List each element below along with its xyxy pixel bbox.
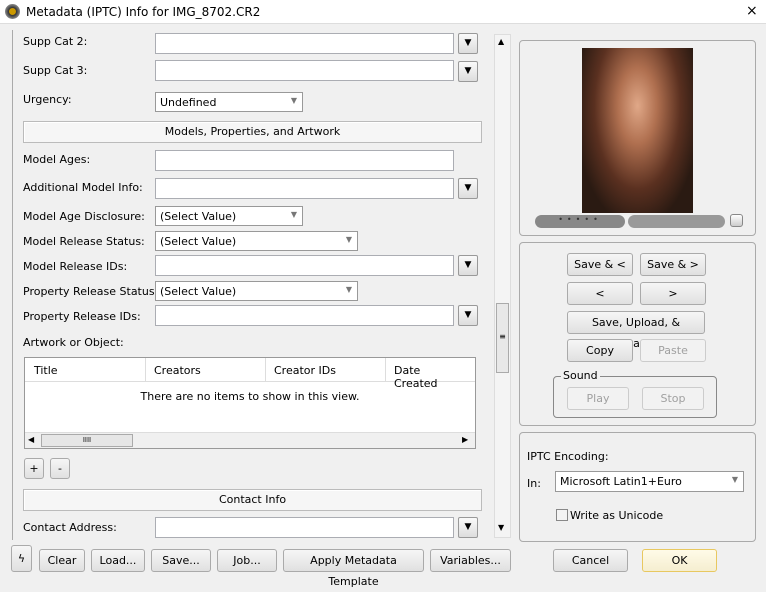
supp-cat-3-label: Supp Cat 3: — [23, 64, 88, 77]
chevron-down-icon: ▼ — [290, 210, 297, 219]
section-models-header: Models, Properties, and Artwork — [23, 121, 482, 143]
title-bar: Metadata (IPTC) Info for IMG_8702.CR2 × — [0, 0, 766, 24]
property-release-status-label: Property Release Status: — [23, 285, 159, 298]
lightning-button[interactable]: ϟ — [11, 545, 32, 572]
model-age-disclosure-label: Model Age Disclosure: — [23, 210, 145, 223]
model-release-ids-dropdown[interactable]: ▼ — [458, 255, 478, 276]
model-release-status-label: Model Release Status: — [23, 235, 145, 248]
vertical-scrollbar[interactable]: ▲ ≡ ▼ — [494, 34, 511, 538]
paste-button[interactable]: Paste — [640, 339, 706, 362]
encoding-select[interactable]: Microsoft Latin1+Euro ▼ — [555, 471, 744, 492]
metadata-form: Supp Cat 2: ▼ Supp Cat 3: ▼ Urgency: Und… — [12, 30, 492, 540]
section-contact-header: Contact Info — [23, 489, 482, 511]
prev-button[interactable]: < — [567, 282, 633, 305]
model-age-disclosure-value: (Select Value) — [160, 210, 237, 223]
remove-artwork-button[interactable]: - — [50, 458, 70, 479]
property-release-status-select[interactable]: (Select Value) ▼ — [155, 281, 358, 301]
supp-cat-2-input[interactable] — [155, 33, 454, 54]
save-button[interactable]: Save... — [151, 549, 211, 572]
variables-button[interactable]: Variables... — [430, 549, 511, 572]
sound-group: Sound Play Stop — [553, 369, 717, 418]
model-age-disclosure-select[interactable]: (Select Value) ▼ — [155, 206, 303, 226]
column-title[interactable]: Title — [34, 364, 58, 377]
column-date-created[interactable]: Date Created — [385, 358, 475, 390]
ok-button[interactable]: OK — [642, 549, 717, 572]
model-ages-input[interactable] — [155, 150, 454, 171]
rating-slider[interactable]: ••••• — [535, 215, 625, 228]
artwork-label: Artwork or Object: — [23, 336, 124, 349]
model-release-status-select[interactable]: (Select Value) ▼ — [155, 231, 358, 251]
contact-address-input[interactable] — [155, 517, 454, 538]
property-release-status-value: (Select Value) — [160, 285, 237, 298]
encoding-panel: IPTC Encoding: In: Microsoft Latin1+Euro… — [519, 432, 756, 542]
urgency-value: Undefined — [160, 96, 217, 109]
lightning-icon: ϟ — [17, 552, 26, 565]
scroll-thumb[interactable]: ≡ — [496, 303, 509, 373]
window-title: Metadata (IPTC) Info for IMG_8702.CR2 — [26, 5, 261, 19]
property-release-ids-input[interactable] — [155, 305, 454, 326]
clear-button[interactable]: Clear — [39, 549, 85, 572]
chevron-down-icon: ▼ — [731, 475, 738, 484]
column-creators[interactable]: Creators — [145, 358, 209, 382]
copy-button[interactable]: Copy — [567, 339, 633, 362]
model-release-ids-input[interactable] — [155, 255, 454, 276]
horizontal-scrollbar[interactable]: ◀ IIII ▶ — [25, 432, 475, 448]
model-release-ids-label: Model Release IDs: — [23, 260, 128, 273]
job-button[interactable]: Job... — [217, 549, 277, 572]
supp-cat-2-label: Supp Cat 2: — [23, 35, 88, 48]
scroll-up-icon[interactable]: ▲ — [498, 37, 504, 46]
close-button[interactable]: × — [746, 3, 758, 19]
navigation-panel: Save & < Save & > < > Save, Upload, & Ad… — [519, 242, 756, 426]
sound-label: Sound — [561, 369, 600, 382]
contact-address-dropdown[interactable]: ▼ — [458, 517, 478, 538]
property-release-ids-label: Property Release IDs: — [23, 310, 141, 323]
supp-cat-3-input[interactable] — [155, 60, 454, 81]
additional-model-info-dropdown[interactable]: ▼ — [458, 178, 478, 199]
scroll-left-icon[interactable]: ◀ — [28, 435, 34, 444]
column-creator-ids[interactable]: Creator IDs — [265, 358, 344, 382]
additional-model-info-label: Additional Model Info: — [23, 181, 143, 194]
property-release-ids-dropdown[interactable]: ▼ — [458, 305, 478, 326]
load-button[interactable]: Load... — [91, 549, 145, 572]
label-slider[interactable] — [628, 215, 725, 228]
encoding-title: IPTC Encoding: — [527, 450, 609, 463]
encoding-in-label: In: — [527, 477, 541, 490]
play-button[interactable]: Play — [567, 387, 629, 410]
empty-message: There are no items to show in this view. — [140, 390, 360, 403]
chevron-down-icon: ▼ — [345, 235, 352, 244]
write-unicode-label: Write as Unicode — [570, 509, 664, 522]
supp-cat-2-dropdown[interactable]: ▼ — [458, 33, 478, 54]
artwork-table: Title Creators Creator IDs Date Created … — [24, 357, 476, 449]
table-header: Title Creators Creator IDs Date Created — [25, 358, 475, 390]
contact-address-label: Contact Address: — [23, 521, 117, 534]
save-prev-button[interactable]: Save & < — [567, 253, 633, 276]
encoding-value: Microsoft Latin1+Euro — [560, 475, 682, 488]
scroll-down-icon[interactable]: ▼ — [498, 523, 504, 532]
cancel-button[interactable]: Cancel — [553, 549, 628, 572]
tag-checkbox[interactable] — [730, 214, 743, 227]
scroll-right-icon[interactable]: ▶ — [462, 435, 468, 444]
add-artwork-button[interactable]: + — [24, 458, 44, 479]
preview-panel: ••••• — [519, 40, 756, 236]
urgency-select[interactable]: Undefined ▼ — [155, 92, 303, 112]
app-icon — [5, 4, 20, 19]
additional-model-info-input[interactable] — [155, 178, 454, 199]
urgency-label: Urgency: — [23, 93, 72, 106]
stop-button[interactable]: Stop — [642, 387, 704, 410]
apply-template-button[interactable]: Apply Metadata Template — [283, 549, 424, 588]
next-button[interactable]: > — [640, 282, 706, 305]
supp-cat-3-dropdown[interactable]: ▼ — [458, 61, 478, 82]
scroll-thumb[interactable]: IIII — [41, 434, 133, 447]
image-preview — [582, 48, 693, 213]
write-unicode-checkbox[interactable] — [556, 509, 568, 521]
save-upload-advance-button[interactable]: Save, Upload, & Advance — [567, 311, 705, 350]
chevron-down-icon: ▼ — [290, 96, 297, 105]
model-ages-label: Model Ages: — [23, 153, 91, 166]
model-release-status-value: (Select Value) — [160, 235, 237, 248]
save-next-button[interactable]: Save & > — [640, 253, 706, 276]
chevron-down-icon: ▼ — [345, 285, 352, 294]
